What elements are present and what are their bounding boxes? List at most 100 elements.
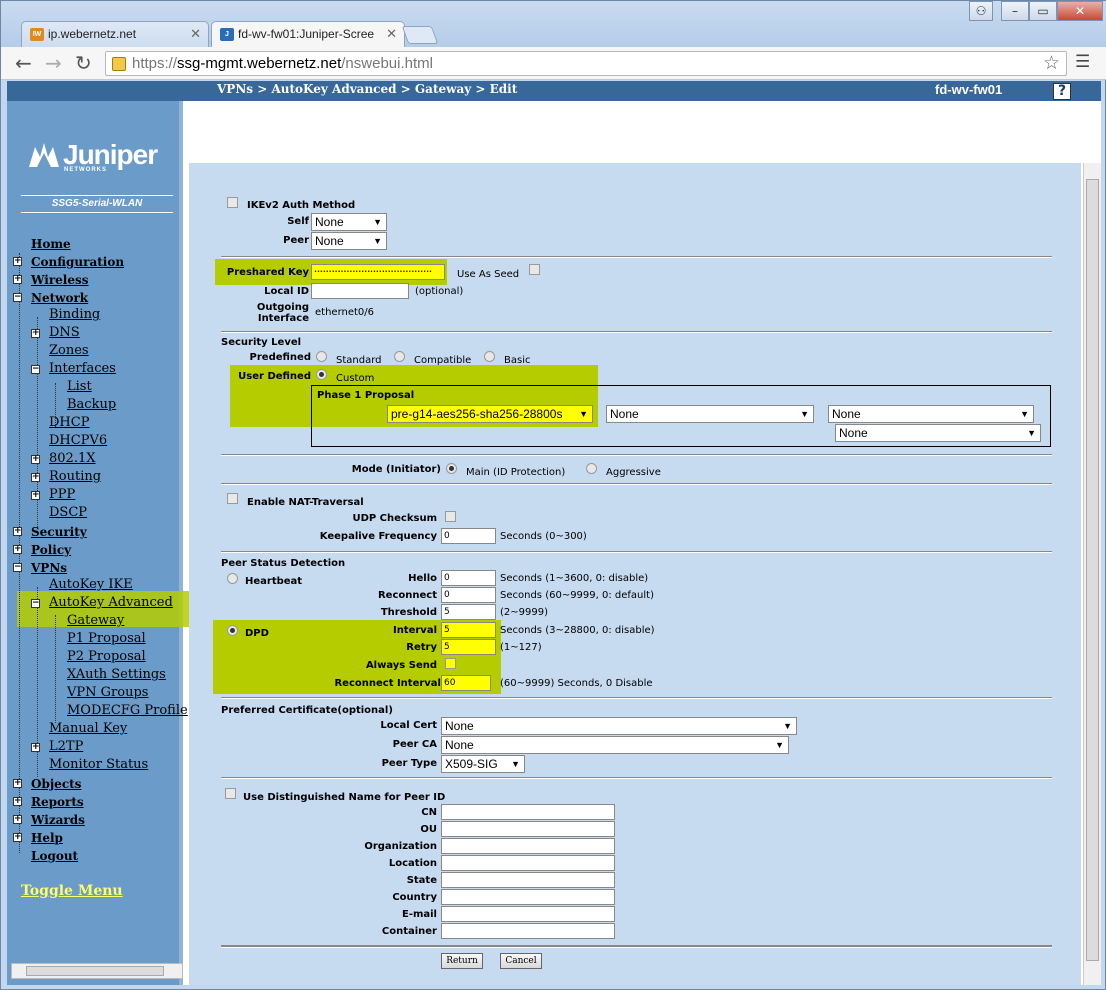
scrollbar-thumb[interactable] — [1086, 179, 1099, 961]
country-input[interactable] — [441, 889, 615, 905]
reload-icon[interactable]: ↻ — [75, 52, 92, 74]
proposal3-select[interactable]: None — [828, 405, 1034, 423]
collapse-icon[interactable]: − — [31, 365, 40, 374]
nav-binding[interactable]: Binding — [49, 307, 100, 322]
expand-icon[interactable]: + — [13, 527, 22, 536]
heartbeat-radio[interactable] — [227, 573, 238, 584]
expand-icon[interactable]: + — [13, 545, 22, 554]
nav-gateway[interactable]: Gateway — [67, 613, 124, 628]
vertical-scrollbar[interactable] — [1083, 163, 1101, 985]
expand-icon[interactable]: + — [31, 743, 40, 752]
expand-icon[interactable]: + — [31, 473, 40, 482]
user-icon[interactable]: ⚇ — [969, 1, 993, 21]
expand-icon[interactable]: + — [31, 491, 40, 500]
forward-arrow-icon[interactable]: → — [45, 52, 62, 74]
nav-list[interactable]: List — [67, 379, 92, 394]
nav-routing[interactable]: Routing — [49, 469, 101, 484]
use-as-seed-checkbox[interactable] — [529, 264, 540, 275]
nat-traversal-checkbox[interactable] — [227, 493, 238, 504]
always-send-checkbox[interactable] — [445, 658, 456, 669]
address-bar[interactable]: https://ssg-mgmt.webernetz.net/nswebui.h… — [105, 51, 1067, 76]
scrollbar-thumb[interactable] — [26, 966, 164, 976]
nav-p1-proposal[interactable]: P1 Proposal — [67, 631, 146, 646]
nav-logout[interactable]: Logout — [31, 849, 78, 863]
expand-icon[interactable]: + — [13, 815, 22, 824]
peer-type-select[interactable]: X509-SIG — [441, 755, 525, 773]
nav-8021x[interactable]: 802.1X — [49, 451, 95, 466]
nav-ppp[interactable]: PPP — [49, 487, 75, 502]
interval-input[interactable]: 5 — [441, 622, 496, 638]
bookmark-star-icon[interactable]: ☆ — [1043, 52, 1060, 74]
sidebar-horizontal-scrollbar[interactable] — [11, 963, 183, 979]
expand-icon[interactable]: + — [13, 257, 22, 266]
nav-dscp[interactable]: DSCP — [49, 505, 87, 520]
cancel-button[interactable]: Cancel — [500, 953, 542, 969]
local-cert-select[interactable]: None — [441, 717, 797, 735]
nav-vpns[interactable]: VPNs — [31, 561, 67, 575]
nav-modecfg-profile[interactable]: MODECFG Profile — [67, 703, 188, 718]
nav-autokey-ike[interactable]: AutoKey IKE — [49, 577, 133, 592]
location-input[interactable] — [441, 855, 615, 871]
proposal2-select[interactable]: None — [606, 405, 814, 423]
expand-icon[interactable]: + — [13, 275, 22, 284]
nav-xauth-settings[interactable]: XAuth Settings — [67, 667, 166, 682]
expand-icon[interactable]: + — [13, 779, 22, 788]
nav-vpn-groups[interactable]: VPN Groups — [67, 685, 148, 700]
proposal1-select[interactable]: pre-g14-aes256-sha256-28800s — [387, 405, 593, 423]
nav-interfaces[interactable]: Interfaces — [49, 361, 116, 376]
nav-monitor-status[interactable]: Monitor Status — [49, 757, 148, 772]
nav-home[interactable]: Home — [31, 237, 71, 251]
aggressive-radio[interactable] — [586, 463, 597, 474]
reconnect-interval-input[interactable]: 60 — [441, 675, 491, 691]
tab-juniper[interactable]: J fd-wv-fw01:Juniper-Scree ✕ — [211, 21, 405, 48]
container-input[interactable] — [441, 923, 615, 939]
nav-zones[interactable]: Zones — [49, 343, 89, 358]
ikev2-checkbox[interactable] — [227, 197, 238, 208]
ou-input[interactable] — [441, 821, 615, 837]
close-icon[interactable]: ✕ — [190, 26, 201, 42]
expand-icon[interactable]: + — [13, 833, 22, 842]
organization-input[interactable] — [441, 838, 615, 854]
new-tab-button[interactable] — [401, 26, 439, 44]
tab-ip-webernetz[interactable]: IW ip.webernetz.net ✕ — [21, 21, 209, 47]
nav-manual-key[interactable]: Manual Key — [49, 721, 127, 736]
close-icon[interactable]: ✕ — [386, 26, 397, 42]
peer-ca-select[interactable]: None — [441, 736, 789, 754]
close-window-button[interactable]: ✕ — [1057, 1, 1103, 21]
return-button[interactable]: Return — [441, 953, 483, 969]
expand-icon[interactable]: + — [31, 329, 40, 338]
collapse-icon[interactable]: − — [13, 563, 22, 572]
nav-security[interactable]: Security — [31, 525, 87, 539]
menu-icon[interactable]: ☰ — [1075, 52, 1090, 72]
hello-input[interactable]: 0 — [441, 570, 496, 586]
custom-radio[interactable] — [316, 369, 327, 380]
expand-icon[interactable]: + — [13, 797, 22, 806]
preshared-key-input[interactable]: •••••••••••••••••••••••••••••••••••••••• — [311, 264, 445, 280]
nav-l2tp[interactable]: L2TP — [49, 739, 83, 754]
nav-objects[interactable]: Objects — [31, 777, 81, 791]
self-select[interactable]: None — [311, 213, 387, 231]
nav-configuration[interactable]: Configuration — [31, 255, 124, 269]
nav-wireless[interactable]: Wireless — [31, 273, 89, 287]
nav-dhcp[interactable]: DHCP — [49, 415, 89, 430]
retry-input[interactable]: 5 — [441, 639, 496, 655]
nav-backup[interactable]: Backup — [67, 397, 116, 412]
nav-p2-proposal[interactable]: P2 Proposal — [67, 649, 146, 664]
peer-select[interactable]: None — [311, 232, 387, 250]
nav-reports[interactable]: Reports — [31, 795, 84, 809]
nav-network[interactable]: Network — [31, 291, 88, 305]
maximize-button[interactable]: ▭ — [1029, 1, 1057, 21]
dpd-radio[interactable] — [227, 625, 238, 636]
minimize-button[interactable]: – — [1001, 1, 1029, 21]
local-id-input[interactable] — [311, 283, 409, 299]
collapse-icon[interactable]: − — [13, 293, 22, 302]
nav-wizards[interactable]: Wizards — [31, 813, 85, 827]
standard-radio[interactable] — [316, 351, 327, 362]
proposal4-select[interactable]: None — [835, 424, 1041, 442]
udp-checksum-checkbox[interactable] — [445, 511, 456, 522]
nav-dhcpv6[interactable]: DHCPV6 — [49, 433, 107, 448]
keepalive-input[interactable]: 0 — [441, 528, 496, 544]
cn-input[interactable] — [441, 804, 615, 820]
toggle-menu-link[interactable]: Toggle Menu — [21, 883, 123, 899]
nav-autokey-advanced[interactable]: AutoKey Advanced — [49, 595, 173, 610]
